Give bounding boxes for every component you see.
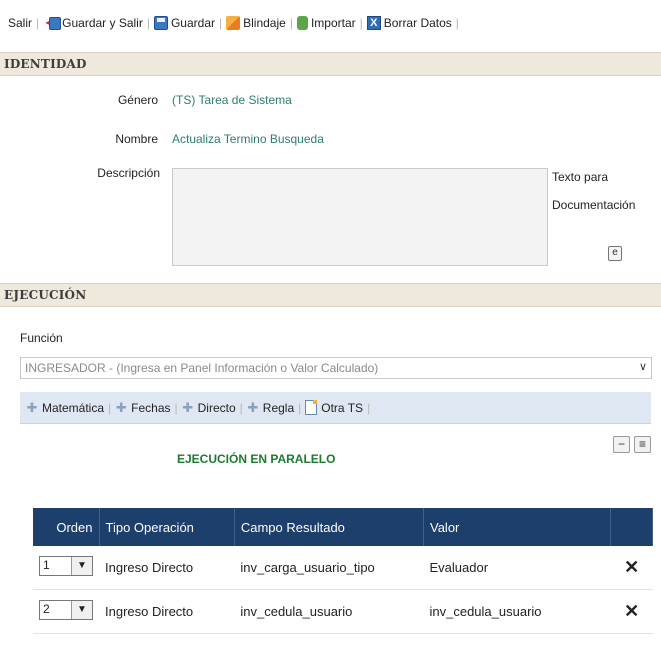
shield-button[interactable]: Blindaje xyxy=(226,16,286,30)
toolbar-separator: | xyxy=(108,400,112,415)
execution-section-title: EJECUCIÓN xyxy=(4,288,87,302)
field-cell: inv_carga_usuario_tipo xyxy=(234,546,424,590)
table-header-row: Orden Tipo Operación Campo Resultado Val… xyxy=(33,508,653,546)
column-header-value[interactable]: Valor xyxy=(423,508,612,546)
chevron-down-icon: ∨ xyxy=(638,361,647,373)
save-exit-icon: ◄ xyxy=(43,16,62,30)
toolbar-separator: | xyxy=(219,16,223,30)
direct-label: Directo xyxy=(197,400,236,415)
rule-label: Regla xyxy=(262,400,295,415)
save-and-exit-label: Guardar y Salir xyxy=(62,16,143,30)
toolbar-separator: | xyxy=(146,16,150,30)
other-ts-button[interactable]: Otra TS xyxy=(305,400,363,415)
value-cell: Evaluador xyxy=(423,546,611,590)
toolbar-separator: | xyxy=(174,400,178,415)
chevron-down-icon: ▼ xyxy=(71,557,92,575)
shield-label: Blindaje xyxy=(243,16,286,30)
column-header-actions xyxy=(610,508,653,546)
column-header-type[interactable]: Tipo Operación xyxy=(99,508,235,546)
toolbar-separator: | xyxy=(239,400,243,415)
order-select-value: 2 xyxy=(43,602,50,616)
type-cell: Ingreso Directo xyxy=(99,589,235,634)
minimize-button[interactable]: − xyxy=(613,436,630,453)
identity-section-title: IDENTIDAD xyxy=(4,57,87,71)
import-icon xyxy=(296,16,308,30)
genre-label: Género xyxy=(117,93,158,107)
table-row: 2 ▼ Ingreso Directo inv_cedula_usuario i… xyxy=(33,589,653,634)
name-value: Actualiza Termino Busqueda xyxy=(172,132,324,146)
function-label: Función xyxy=(20,331,63,345)
save-icon xyxy=(153,16,168,30)
import-label: Importar xyxy=(310,16,356,30)
chevron-down-icon: ▼ xyxy=(71,601,92,619)
order-select[interactable]: 2 ▼ xyxy=(39,600,93,620)
dates-label: Fechas xyxy=(131,400,171,415)
exit-button[interactable]: Salir xyxy=(8,16,32,30)
plus-icon: ✚ xyxy=(247,399,259,415)
function-select[interactable]: INGRESADOR - (Ingresa en Panel Informaci… xyxy=(20,357,652,379)
math-button[interactable]: ✚ Matemática xyxy=(26,401,104,415)
doc-text-line1: Texto para xyxy=(552,170,609,184)
execution-section-header: EJECUCIÓN xyxy=(0,283,661,307)
toolbar-separator: | xyxy=(289,16,293,30)
exit-label: Salir xyxy=(8,16,33,30)
other-ts-label: Otra TS xyxy=(321,400,364,415)
operations-toolbar: ✚ Matemática | ✚ Fechas | ✚ Directo | ✚ Regl… xyxy=(20,392,651,424)
table-row: 1 ▼ Ingreso Directo inv_carga_usuario_ti… xyxy=(33,546,653,590)
delete-icon[interactable]: ✕ xyxy=(610,589,653,634)
direct-button[interactable]: ✚ Directo xyxy=(182,399,236,415)
order-select[interactable]: 1 ▼ xyxy=(39,556,93,576)
plus-icon: ✚ xyxy=(26,399,38,415)
function-select-value: INGRESADOR - (Ingresa en Panel Informaci… xyxy=(25,361,379,375)
import-button[interactable]: Importar xyxy=(296,16,356,30)
menu-button[interactable]: ≡ xyxy=(634,436,651,453)
genre-value: (TS) Tarea de Sistema xyxy=(172,93,292,107)
toolbar-separator: | xyxy=(455,16,459,30)
order-select-value: 1 xyxy=(43,558,50,572)
name-label: Nombre xyxy=(115,132,158,146)
order-cell: 1 ▼ xyxy=(33,546,99,590)
column-header-order[interactable]: Orden xyxy=(33,508,100,546)
plus-icon: ✚ xyxy=(182,399,194,415)
save-button[interactable]: Guardar xyxy=(153,16,215,30)
dates-button[interactable]: ✚ Fechas xyxy=(115,399,171,415)
document-icon xyxy=(305,400,318,415)
value-cell: inv_cedula_usuario xyxy=(423,589,611,634)
field-cell: inv_cedula_usuario xyxy=(234,589,424,634)
description-textarea[interactable] xyxy=(172,168,548,266)
save-label: Guardar xyxy=(170,16,215,30)
toolbar-separator: | xyxy=(298,400,302,415)
toolbar-separator: | xyxy=(367,400,371,415)
doc-text-line2: Documentación xyxy=(552,198,636,212)
toolbar-separator: | xyxy=(359,16,363,30)
delete-icon[interactable]: ✕ xyxy=(610,546,653,590)
toolbar-separator: | xyxy=(36,16,40,30)
description-label: Descripción xyxy=(97,166,160,180)
shield-icon xyxy=(226,16,241,30)
parallel-execution-title: EJECUCIÓN EN PARALELO xyxy=(177,452,336,466)
main-toolbar: Salir | ◄ Guardar y Salir | Guardar | Bl… xyxy=(0,0,661,53)
documentation-edit-button[interactable]: e xyxy=(608,246,622,261)
rule-button[interactable]: ✚ Regla xyxy=(247,401,294,415)
column-header-field[interactable]: Campo Resultado xyxy=(234,508,425,546)
identity-section-header: IDENTIDAD xyxy=(0,52,661,76)
plus-icon: ✚ xyxy=(115,399,127,415)
order-cell: 2 ▼ xyxy=(33,589,99,634)
clear-data-label: Borrar Datos xyxy=(383,16,452,30)
clear-icon: X xyxy=(366,16,381,30)
save-and-exit-button[interactable]: ◄ Guardar y Salir xyxy=(43,16,143,30)
type-cell: Ingreso Directo xyxy=(99,546,235,590)
operations-table: Orden Tipo Operación Campo Resultado Val… xyxy=(33,508,653,634)
math-label: Matemática xyxy=(42,400,105,415)
clear-data-button[interactable]: X Borrar Datos xyxy=(366,16,452,30)
